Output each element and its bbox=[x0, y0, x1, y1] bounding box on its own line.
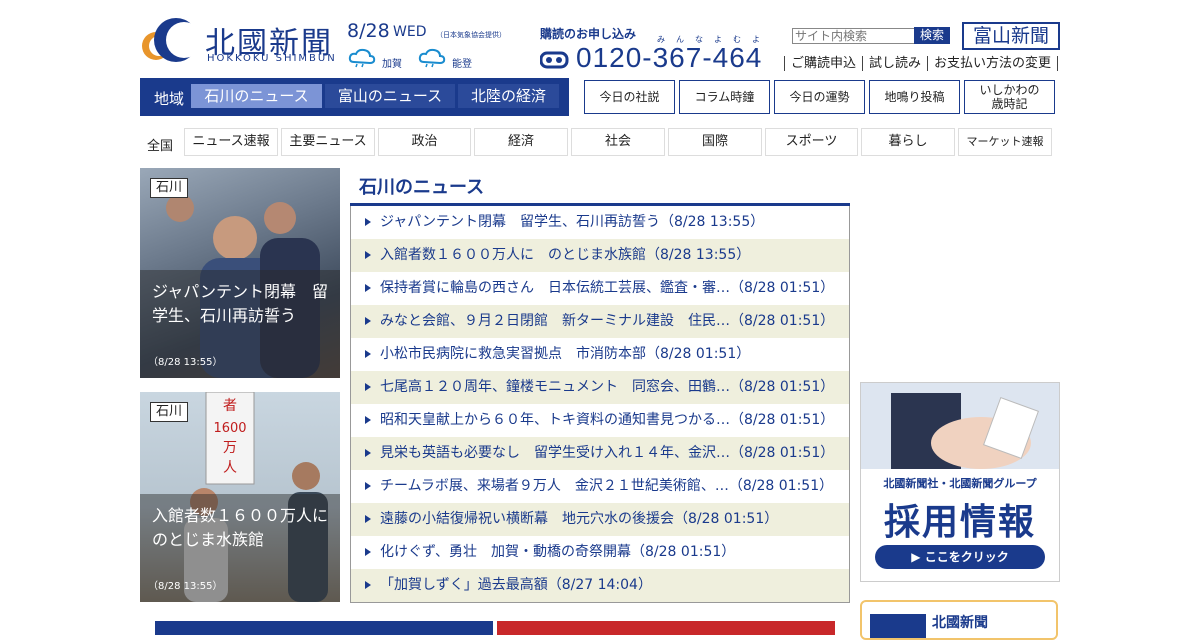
feature-title[interactable]: ジャパンテント閉幕 留学生、石川再訪誓う bbox=[152, 280, 334, 328]
news-list-item[interactable]: 小松市民病院に救急実習拠点 市消防本部（8/28 01:51） bbox=[351, 338, 849, 371]
sign-text-3: 万 bbox=[223, 440, 237, 456]
weather-area-noto[interactable]: 能登 bbox=[452, 55, 472, 70]
bullet-triangle-icon bbox=[365, 251, 371, 259]
bottom-banner-right[interactable] bbox=[497, 621, 835, 635]
news-list-item[interactable]: 化けぐず、勇壮 加賀・動橋の奇祭開幕（8/28 01:51） bbox=[351, 536, 849, 569]
feature-time: （8/28 13:55） bbox=[148, 581, 223, 592]
category-main[interactable]: 主要ニュース bbox=[281, 128, 375, 156]
bullet-triangle-icon bbox=[365, 383, 371, 391]
news-list-item[interactable]: みなと会館、９月２日閉館 新ターミナル建設 住民…（8/28 01:51） bbox=[351, 305, 849, 338]
bottom-banner-left[interactable] bbox=[155, 621, 493, 635]
news-list: ジャパンテント閉幕 留学生、石川再訪誓う（8/28 13:55） 入館者数１６００… bbox=[350, 206, 850, 603]
feature-time: （8/28 13:55） bbox=[148, 357, 223, 368]
news-list-item[interactable]: 「加賀しずく」過去最高額（8/27 14:04） bbox=[351, 569, 849, 602]
category-politics[interactable]: 政治 bbox=[378, 128, 471, 156]
ad-title: 採用情報 bbox=[883, 502, 1036, 543]
category-breaking[interactable]: ニュース速報 bbox=[184, 128, 278, 156]
subscribe-phone[interactable]: 0120-367-464 bbox=[576, 42, 762, 74]
toyama-shimbun-link[interactable]: 富山新聞 bbox=[962, 22, 1060, 50]
weather-area-kaga[interactable]: 加賀 bbox=[382, 55, 402, 70]
bullet-triangle-icon bbox=[365, 515, 371, 523]
feature-card[interactable]: 石川 ジャパンテント閉幕 留学生、石川再訪誓う （8/28 13:55） bbox=[140, 168, 340, 378]
tab-ishikawa-news[interactable]: 石川のニュース bbox=[191, 84, 322, 108]
fortune-button[interactable]: 今日の運勢 bbox=[774, 80, 865, 114]
news-list-item[interactable]: 保持者賞に輪島の西さん 日本伝統工芸展、鑑査・審…（8/28 01:51） bbox=[351, 272, 849, 305]
subscribe-title: 購読のお申し込み bbox=[540, 27, 637, 41]
subscribe-link[interactable]: ご購読申込 bbox=[784, 56, 862, 71]
ad-photo bbox=[861, 383, 1059, 473]
promo-logo bbox=[870, 614, 926, 638]
bullet-triangle-icon bbox=[365, 416, 371, 424]
ishikawa-news-heading[interactable]: 石川のニュース bbox=[359, 173, 484, 199]
column-jisho-button[interactable]: コラム時鐘 bbox=[679, 80, 770, 114]
day-of-week: WED bbox=[393, 24, 427, 40]
news-list-item[interactable]: 遠藤の小結復帰祝い横断幕 地元穴水の後援会（8/28 01:51） bbox=[351, 503, 849, 536]
feature-card[interactable]: 者 1600 万 人 石川 入館者数１６００万人に のとじま水族館 （8/28 … bbox=[140, 392, 340, 602]
ad-click-button[interactable]: ▶ ここをクリック bbox=[875, 545, 1045, 569]
tab-toyama-news[interactable]: 富山のニュース bbox=[325, 84, 455, 108]
national-label: 全国 bbox=[147, 139, 174, 154]
current-date: 8/28 bbox=[347, 20, 390, 42]
bullet-triangle-icon bbox=[365, 317, 371, 325]
news-headline[interactable]: みなと会館、９月２日閉館 新ターミナル建設 住民…（8/28 01:51） bbox=[380, 305, 834, 338]
editorial-button[interactable]: 今日の社説 bbox=[584, 80, 675, 114]
news-headline[interactable]: 保持者賞に輪島の西さん 日本伝統工芸展、鑑査・審…（8/28 01:51） bbox=[380, 272, 834, 305]
news-headline[interactable]: 「加賀しずく」過去最高額（8/27 14:04） bbox=[380, 569, 652, 602]
news-headline[interactable]: 昭和天皇献上から６０年、トキ資料の通知書見つかる…（8/28 01:51） bbox=[380, 404, 834, 437]
cloud-rain-icon[interactable] bbox=[418, 48, 446, 68]
recruit-ad[interactable]: 北國新聞社・北國新聞グループ 採用情報 ▶ ここをクリック bbox=[860, 382, 1060, 582]
news-headline[interactable]: ジャパンテント閉幕 留学生、石川再訪誓う（8/28 13:55） bbox=[380, 206, 764, 239]
tab-hokuriku-economy[interactable]: 北陸の経済 bbox=[458, 84, 559, 108]
ad-subtitle: 北國新聞社・北國新聞グループ bbox=[883, 477, 1037, 490]
sign-text-2: 1600 bbox=[213, 421, 246, 436]
brand-subtitle: HOKKOKU SHIMBUN bbox=[207, 53, 337, 64]
promo-box[interactable]: 北國新聞 bbox=[860, 600, 1058, 640]
news-headline[interactable]: チームラボ展、来場者９万人 金沢２１世紀美術館、…（8/28 01:51） bbox=[380, 470, 833, 503]
category-society[interactable]: 社会 bbox=[571, 128, 665, 156]
trial-link[interactable]: 試し読み bbox=[862, 56, 927, 71]
sign-text-4: 人 bbox=[223, 460, 237, 476]
payment-change-link[interactable]: お支払い方法の変更 bbox=[927, 56, 1059, 71]
category-economy[interactable]: 経済 bbox=[474, 128, 568, 156]
news-headline[interactable]: 小松市民病院に救急実習拠点 市消防本部（8/28 01:51） bbox=[380, 338, 750, 371]
news-headline[interactable]: 遠藤の小結復帰祝い横断幕 地元穴水の後援会（8/28 01:51） bbox=[380, 503, 778, 536]
news-list-item[interactable]: 昭和天皇献上から６０年、トキ資料の通知書見つかる…（8/28 01:51） bbox=[351, 404, 849, 437]
reader-post-button[interactable]: 地鳴り投稿 bbox=[869, 80, 960, 114]
bullet-triangle-icon bbox=[365, 218, 371, 226]
bullet-triangle-icon bbox=[365, 284, 371, 292]
category-sports[interactable]: スポーツ bbox=[765, 128, 858, 156]
promo-title: 北國新聞 bbox=[932, 615, 988, 631]
news-headline[interactable]: 入館者数１６００万人に のとじま水族館（8/28 13:55） bbox=[380, 239, 750, 272]
region-tag: 石川 bbox=[150, 402, 189, 422]
region-tag: 石川 bbox=[150, 178, 189, 198]
news-list-item[interactable]: 見栄も英語も必要なし 留学生受け入れ１４年、金沢…（8/28 01:51） bbox=[351, 437, 849, 470]
news-list-item[interactable]: チームラボ展、来場者９万人 金沢２１世紀美術館、…（8/28 01:51） bbox=[351, 470, 849, 503]
category-market[interactable]: マーケット速報 bbox=[958, 128, 1052, 156]
news-list-item[interactable]: ジャパンテント閉幕 留学生、石川再訪誓う（8/28 13:55） bbox=[351, 206, 849, 239]
cloud-rain-icon[interactable] bbox=[348, 48, 376, 68]
ishikawa-seasonal-button[interactable]: いしかわの 歳時記 bbox=[964, 80, 1055, 114]
news-list-item[interactable]: 七尾高１２０周年、鐘楼モニュメント 同窓会、田鶴…（8/28 01:51） bbox=[351, 371, 849, 404]
bullet-triangle-icon bbox=[365, 581, 371, 589]
news-headline[interactable]: 七尾高１２０周年、鐘楼モニュメント 同窓会、田鶴…（8/28 01:51） bbox=[380, 371, 834, 404]
bullet-triangle-icon bbox=[365, 482, 371, 490]
header-links: ご購読申込 試し読み お支払い方法の変更 bbox=[784, 56, 1059, 71]
sign-text-1: 者 bbox=[223, 398, 237, 414]
region-nav-label: 地域 bbox=[154, 90, 185, 108]
free-dial-icon bbox=[540, 51, 569, 69]
news-headline[interactable]: 化けぐず、勇壮 加賀・動橋の奇祭開幕（8/28 01:51） bbox=[380, 536, 735, 569]
category-international[interactable]: 国際 bbox=[668, 128, 762, 156]
search-button[interactable]: 検索 bbox=[914, 27, 950, 44]
category-life[interactable]: 暮らし bbox=[861, 128, 955, 156]
hokkoku-logo-icon[interactable] bbox=[140, 16, 198, 66]
bullet-triangle-icon bbox=[365, 548, 371, 556]
bullet-triangle-icon bbox=[365, 449, 371, 457]
news-headline[interactable]: 見栄も英語も必要なし 留学生受け入れ１４年、金沢…（8/28 01:51） bbox=[380, 437, 834, 470]
feature-title[interactable]: 入館者数１６００万人に のとじま水族館 bbox=[152, 504, 340, 552]
site-search-input[interactable] bbox=[792, 28, 916, 44]
weather-credit[interactable]: （日本気象協会提供） bbox=[436, 30, 506, 40]
news-list-item[interactable]: 入館者数１６００万人に のとじま水族館（8/28 13:55） bbox=[351, 239, 849, 272]
bullet-triangle-icon bbox=[365, 350, 371, 358]
